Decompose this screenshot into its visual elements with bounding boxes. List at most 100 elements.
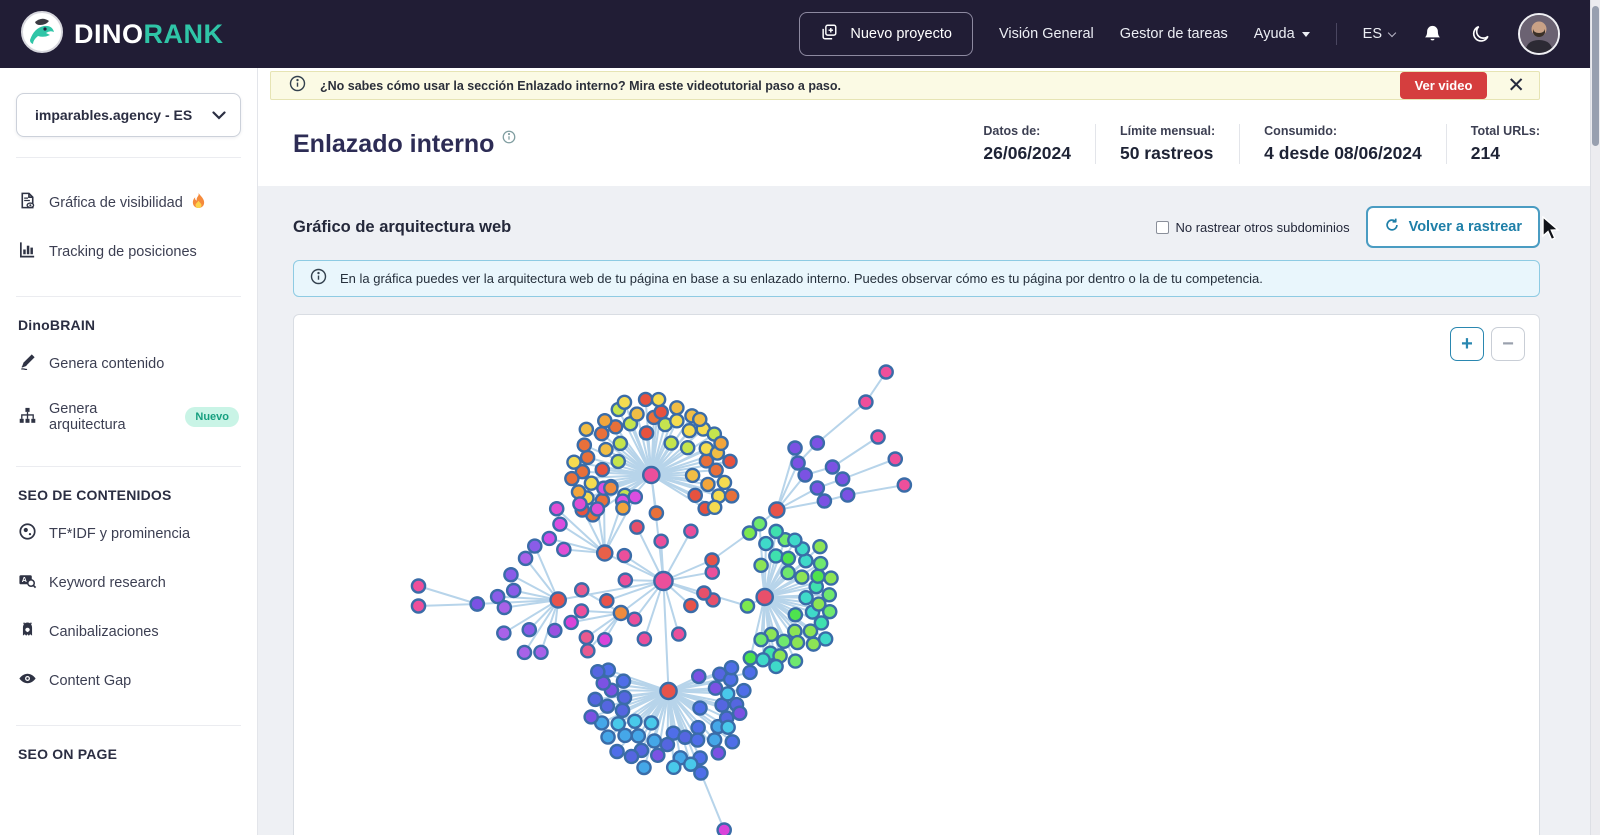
graph-node[interactable]	[692, 700, 708, 716]
graph-node[interactable]	[597, 413, 613, 429]
graph-node[interactable]	[816, 493, 833, 509]
graph-node[interactable]	[552, 516, 568, 532]
graph-node[interactable]	[636, 759, 652, 776]
graph-node[interactable]	[626, 611, 643, 627]
graph-node[interactable]	[526, 538, 543, 554]
sidebar-item-tracking-de-posiciones[interactable]: Tracking de posiciones	[16, 227, 241, 276]
no-subdomains-checkbox[interactable]: No rastrear otros subdominios	[1156, 220, 1350, 235]
graph-node[interactable]	[587, 691, 604, 708]
sidebar-item-tf-idf-y-prominencia[interactable]: TF*IDF y prominencia	[16, 509, 241, 558]
graph-node[interactable]	[616, 689, 633, 706]
graph-hub-node[interactable]	[641, 465, 661, 485]
graph-node[interactable]	[566, 454, 582, 470]
graph-node[interactable]	[573, 603, 590, 619]
zoom-out-button[interactable]: −	[1491, 327, 1525, 361]
graph-node[interactable]	[615, 500, 631, 516]
graph-node[interactable]	[670, 626, 687, 642]
graph-node[interactable]	[627, 713, 643, 730]
graph-node[interactable]	[648, 505, 665, 521]
graph-node[interactable]	[572, 496, 588, 512]
graph-node[interactable]	[687, 487, 703, 504]
graph-node[interactable]	[616, 547, 633, 564]
brand-logo[interactable]: DINORANK	[20, 10, 224, 59]
graph-node[interactable]	[583, 475, 600, 491]
graph-node[interactable]	[768, 523, 784, 540]
graph-node[interactable]	[546, 622, 563, 639]
graph-node[interactable]	[787, 607, 804, 623]
graph-node[interactable]	[724, 734, 741, 750]
graph-node[interactable]	[578, 421, 595, 438]
graph-node[interactable]	[517, 550, 534, 567]
graph-node[interactable]	[578, 629, 595, 646]
graph-node[interactable]	[638, 425, 655, 441]
graph-node[interactable]	[681, 423, 698, 439]
graph-node[interactable]	[612, 435, 629, 452]
graph-node[interactable]	[683, 523, 699, 539]
graph-hub-node[interactable]	[653, 570, 674, 592]
sidebar-item-genera-arquitectura[interactable]: Genera arquitectura Nuevo	[16, 388, 241, 446]
graph-node[interactable]	[679, 440, 696, 456]
graph-node[interactable]	[817, 631, 834, 647]
graph-node[interactable]	[516, 644, 533, 661]
graph-node[interactable]	[669, 413, 685, 429]
graph-node[interactable]	[600, 729, 616, 745]
graph-node[interactable]	[821, 587, 838, 603]
graph-node[interactable]	[768, 548, 784, 564]
sidebar-item-canibalizaciones[interactable]: Canibalizaciones	[16, 607, 241, 656]
graph-node[interactable]	[489, 588, 506, 605]
checkbox-icon[interactable]	[1156, 220, 1170, 234]
graph-node[interactable]	[598, 441, 614, 458]
graph-node[interactable]	[797, 467, 813, 483]
graph-node[interactable]	[617, 572, 634, 588]
graph-node[interactable]	[410, 578, 427, 594]
graph-node[interactable]	[643, 715, 660, 731]
graph-node[interactable]	[576, 437, 593, 453]
graph-node[interactable]	[683, 597, 699, 614]
scrollbar-thumb[interactable]	[1592, 6, 1599, 146]
graph-node[interactable]	[821, 603, 838, 620]
graph-node[interactable]	[780, 564, 796, 581]
graph-node[interactable]	[713, 435, 729, 452]
graph-node[interactable]	[787, 653, 804, 669]
graph-node[interactable]	[809, 435, 826, 451]
graph-node[interactable]	[597, 631, 613, 648]
graph-node[interactable]	[758, 535, 774, 552]
graph-node[interactable]	[653, 404, 669, 420]
graph-node[interactable]	[780, 550, 797, 567]
graph-hub-node[interactable]	[595, 544, 614, 562]
graph-node[interactable]	[706, 499, 723, 516]
graph-node[interactable]	[594, 461, 611, 478]
info-icon[interactable]	[502, 130, 516, 149]
graph-node[interactable]	[742, 664, 758, 681]
graph-node[interactable]	[410, 598, 427, 614]
graph-node[interactable]	[610, 453, 626, 470]
graph-node[interactable]	[646, 733, 663, 749]
graph-node[interactable]	[753, 631, 769, 648]
graph-node[interactable]	[617, 727, 633, 744]
graph-node[interactable]	[809, 480, 826, 496]
graph-node[interactable]	[690, 668, 707, 685]
graph-node[interactable]	[564, 470, 580, 487]
graph-node[interactable]	[731, 705, 748, 721]
page-scrollbar[interactable]	[1590, 0, 1600, 835]
graph-node[interactable]	[768, 658, 784, 675]
graph-node[interactable]	[741, 525, 758, 541]
graph-node[interactable]	[590, 663, 606, 680]
graph-node[interactable]	[556, 541, 572, 558]
graph-node[interactable]	[739, 598, 756, 614]
graph-node[interactable]	[706, 732, 723, 748]
graph-node[interactable]	[603, 480, 619, 496]
graph-node[interactable]	[716, 822, 732, 835]
graph-node[interactable]	[794, 569, 810, 585]
graph-node[interactable]	[684, 467, 701, 484]
graph-hub-node[interactable]	[659, 681, 678, 701]
graph-node[interactable]	[496, 625, 512, 641]
graph-node[interactable]	[691, 411, 708, 428]
graph-node[interactable]	[573, 582, 590, 598]
graph-node[interactable]	[753, 557, 769, 574]
graph-node[interactable]	[637, 391, 654, 408]
nav-link-ayuda[interactable]: Ayuda	[1254, 26, 1310, 42]
sidebar-item-keyword-research[interactable]: A Keyword research	[16, 558, 241, 607]
graph-node[interactable]	[563, 614, 579, 631]
graph-node[interactable]	[839, 487, 856, 503]
